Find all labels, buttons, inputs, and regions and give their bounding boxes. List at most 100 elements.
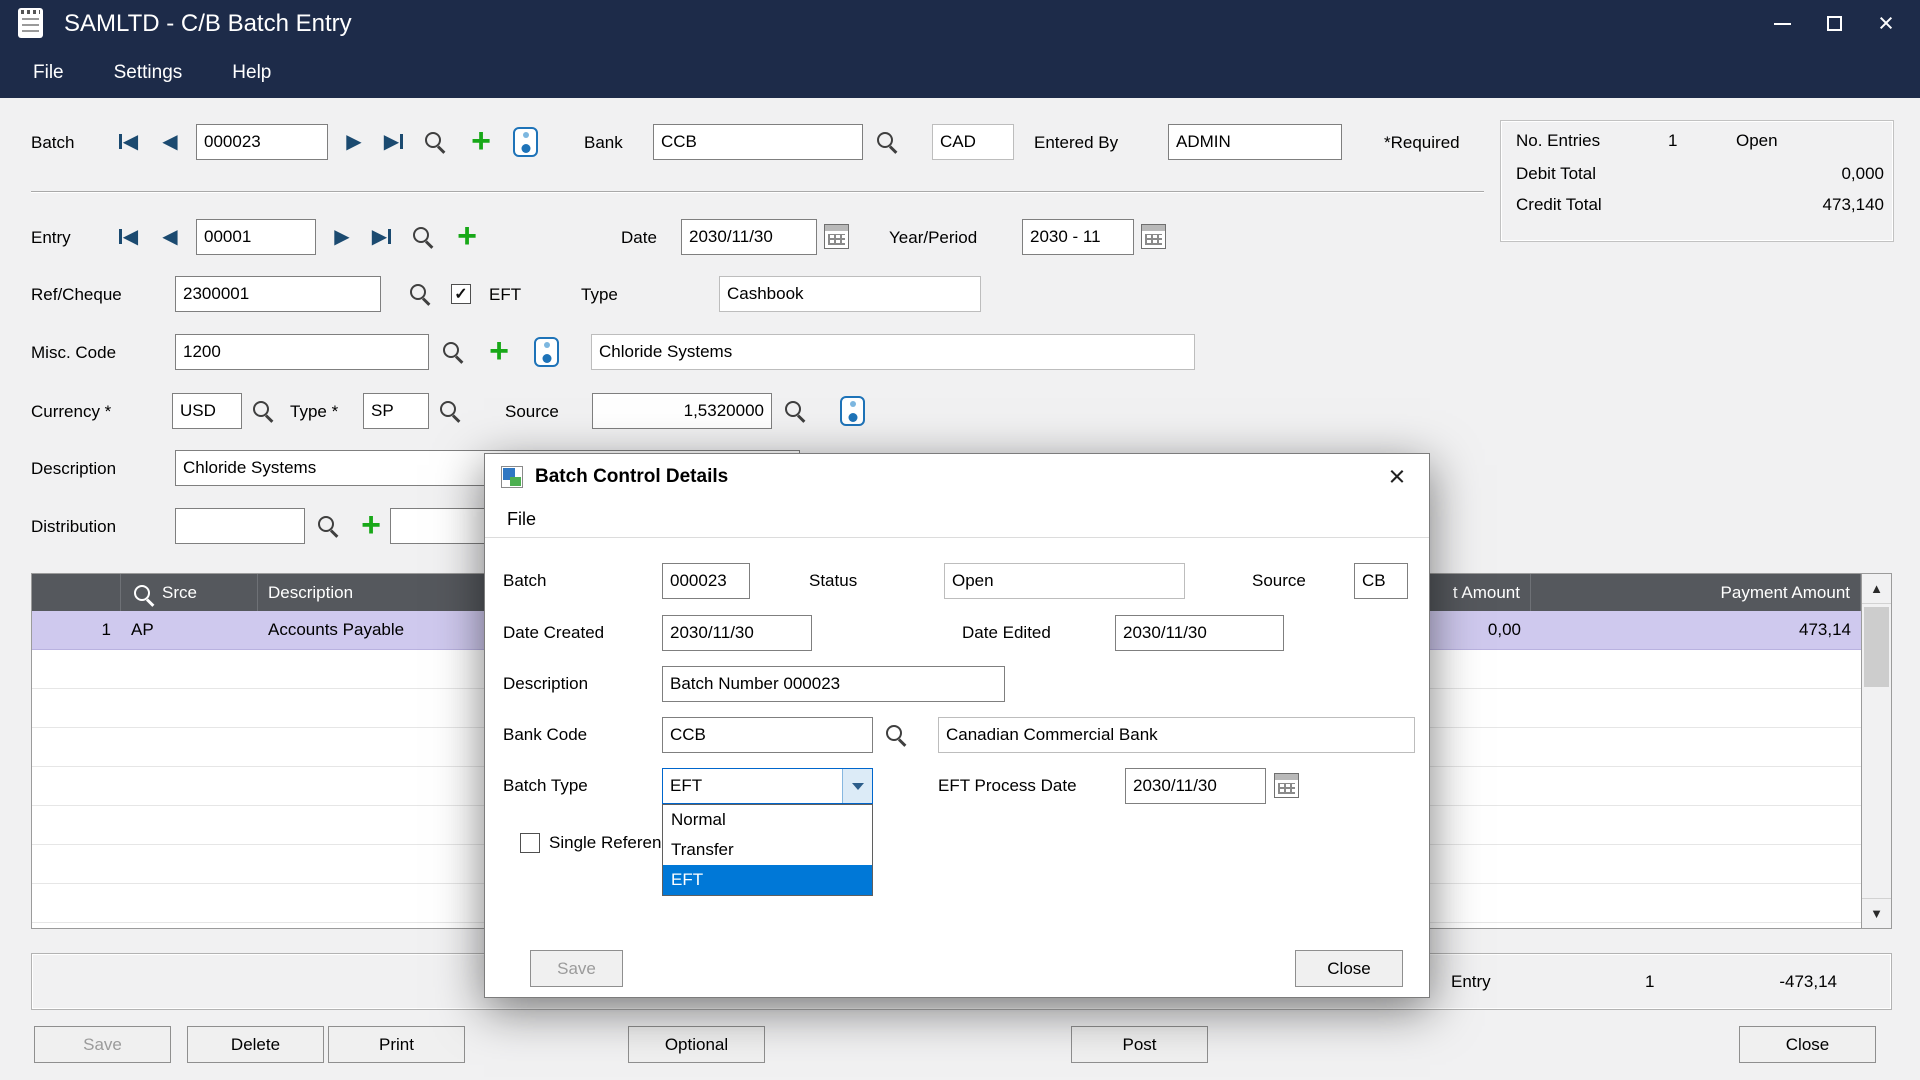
grid-header-srce[interactable]: Srce	[121, 574, 258, 611]
menu-file[interactable]: File	[8, 47, 89, 98]
close-window-button[interactable]: ×	[1860, 0, 1912, 47]
separator-line	[31, 191, 1484, 193]
dlg-batch-input[interactable]	[662, 563, 750, 599]
scroll-up-button[interactable]: ▲	[1862, 574, 1891, 604]
source-label: Source	[505, 393, 559, 430]
dlg-bank-search-icon[interactable]	[883, 721, 909, 747]
dialog-titlebar: Batch Control Details ×	[485, 454, 1429, 500]
misc-drilldown-icon[interactable]	[534, 337, 559, 367]
bank-search-icon[interactable]	[874, 128, 900, 154]
dialog: Batch Control Details × File Batch Statu…	[484, 453, 1430, 998]
grid-header-payment[interactable]: Payment Amount	[1531, 574, 1861, 611]
dlg-bank-input[interactable]	[662, 717, 873, 753]
scroll-thumb[interactable]	[1864, 607, 1889, 687]
dlg-description-input[interactable]	[662, 666, 1005, 702]
misc-search-icon[interactable]	[440, 338, 466, 364]
dialog-title: Batch Control Details	[535, 454, 728, 500]
dlg-source-input[interactable]	[1354, 563, 1408, 599]
batch-first-button[interactable]: ◀	[110, 124, 146, 161]
date-input[interactable]	[681, 219, 817, 255]
dropdown-option-transfer[interactable]: Transfer	[663, 835, 872, 865]
bank-label: Bank	[584, 124, 623, 161]
entry-add-icon[interactable]: +	[452, 219, 482, 256]
batch-type-select[interactable]: EFT	[662, 768, 873, 804]
dlg-created-input[interactable]	[662, 615, 812, 651]
dlg-close-button[interactable]: Close	[1295, 950, 1403, 987]
entered-by-label: Entered By	[1034, 124, 1118, 161]
source-input[interactable]	[592, 393, 772, 429]
dlg-save-button[interactable]: Save	[530, 950, 623, 987]
year-period-input[interactable]	[1022, 219, 1134, 255]
rate-type-search-icon[interactable]	[437, 397, 463, 423]
batch-add-icon[interactable]: +	[466, 124, 496, 161]
grid-scrollbar[interactable]: ▲ ▼	[1861, 574, 1891, 928]
combo-arrow-button[interactable]	[842, 769, 872, 803]
dropdown-option-normal[interactable]: Normal	[663, 805, 872, 835]
misc-code-label: Misc. Code	[31, 334, 116, 371]
window-controls: ×	[1756, 0, 1912, 47]
batch-prev-button[interactable]: ◀	[152, 124, 188, 161]
batch-input[interactable]	[196, 124, 328, 160]
year-period-calendar-icon[interactable]	[1141, 224, 1166, 249]
dropdown-option-eft[interactable]: EFT	[663, 865, 872, 895]
check-icon: ✓	[454, 284, 467, 304]
menu-help[interactable]: Help	[207, 47, 296, 98]
entry-last-button[interactable]: ▶	[364, 219, 400, 256]
bank-input[interactable]	[653, 124, 863, 160]
batch-last-button[interactable]: ▶	[376, 124, 412, 161]
misc-name-input	[591, 334, 1195, 370]
next-icon: ▶	[384, 131, 399, 153]
ref-search-icon[interactable]	[407, 280, 433, 306]
maximize-button[interactable]	[1808, 0, 1860, 47]
eft-checkbox[interactable]: ✓	[451, 284, 471, 304]
main-close-button[interactable]: Close	[1739, 1026, 1876, 1063]
entry-next-button[interactable]: ▶	[324, 219, 360, 256]
currency-search-icon[interactable]	[250, 397, 276, 423]
delete-button[interactable]: Delete	[187, 1026, 324, 1063]
distribution-add-icon[interactable]: +	[356, 508, 386, 545]
optional-button[interactable]: Optional	[628, 1026, 765, 1063]
dlg-description-label: Description	[503, 666, 588, 702]
dlg-created-label: Date Created	[503, 615, 604, 651]
source-search-icon[interactable]	[782, 397, 808, 423]
source-drilldown-icon[interactable]	[840, 396, 865, 426]
entry-prev-button[interactable]: ◀	[152, 219, 188, 256]
last-bar-icon	[400, 134, 403, 149]
print-button[interactable]: Print	[328, 1026, 465, 1063]
menu-settings[interactable]: Settings	[89, 47, 208, 98]
grid-search-icon[interactable]	[131, 581, 155, 605]
entry-input[interactable]	[196, 219, 316, 255]
dialog-close-button[interactable]: ×	[1375, 454, 1419, 500]
prev-icon: ◀	[162, 131, 177, 153]
entry-first-button[interactable]: ◀	[110, 219, 146, 256]
batch-search-icon[interactable]	[422, 128, 448, 154]
rate-type-label: Type *	[290, 393, 338, 430]
post-button[interactable]: Post	[1071, 1026, 1208, 1063]
distribution-search-icon[interactable]	[315, 512, 341, 538]
dialog-menu-file[interactable]: File	[501, 500, 542, 538]
distribution-input[interactable]	[175, 508, 305, 544]
entered-by-input[interactable]	[1168, 124, 1342, 160]
dlg-edited-input[interactable]	[1115, 615, 1284, 651]
batch-status: Open	[1736, 126, 1778, 156]
rate-type-input[interactable]	[363, 393, 429, 429]
entry-search-icon[interactable]	[410, 223, 436, 249]
misc-add-icon[interactable]: +	[484, 334, 514, 371]
batch-next-button[interactable]: ▶	[336, 124, 372, 161]
save-button[interactable]: Save	[34, 1026, 171, 1063]
single-ref-checkbox[interactable]	[520, 833, 540, 853]
minimize-button[interactable]	[1756, 0, 1808, 47]
debit-label: Debit Total	[1516, 159, 1596, 189]
menubar: File Settings Help	[0, 47, 1920, 98]
batch-drilldown-icon[interactable]	[513, 127, 538, 157]
dlg-batch-label: Batch	[503, 563, 546, 599]
dlg-eft-calendar-icon[interactable]	[1274, 773, 1299, 798]
batch-label: Batch	[31, 124, 74, 161]
date-calendar-icon[interactable]	[824, 224, 849, 249]
scroll-down-button[interactable]: ▼	[1862, 898, 1891, 928]
currency-input[interactable]	[172, 393, 242, 429]
dlg-eft-date-input[interactable]	[1125, 768, 1266, 804]
next-icon: ▶	[334, 226, 349, 248]
misc-code-input[interactable]	[175, 334, 429, 370]
ref-cheque-input[interactable]	[175, 276, 381, 312]
